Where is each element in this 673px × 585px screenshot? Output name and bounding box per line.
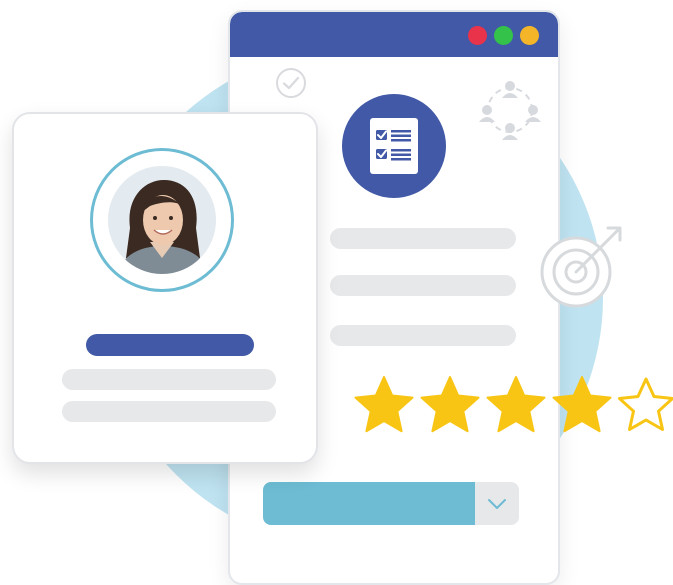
profile-card: [12, 112, 318, 464]
star-empty-icon[interactable]: [614, 374, 673, 438]
select-dropdown[interactable]: [263, 482, 519, 525]
star-filled-icon[interactable]: [352, 374, 416, 438]
star-filled-icon[interactable]: [550, 374, 614, 438]
window-close-dot[interactable]: [468, 26, 487, 45]
text-placeholder-line: [330, 275, 516, 296]
detail-placeholder-line: [62, 369, 276, 390]
chevron-down-icon[interactable]: [485, 494, 509, 514]
star-filled-icon[interactable]: [418, 374, 482, 438]
team-network-icon: [479, 81, 541, 140]
detail-placeholder-line: [62, 401, 276, 422]
check-circle-icon: [276, 68, 306, 98]
window-titlebar: [230, 12, 558, 57]
avatar-ring: [90, 148, 234, 292]
window-minimize-dot[interactable]: [520, 26, 539, 45]
text-placeholder-line: [330, 228, 516, 249]
name-placeholder-bar: [86, 334, 254, 356]
profile-photo: [108, 166, 216, 274]
illustration-canvas: [0, 0, 673, 585]
checklist-badge: [342, 94, 446, 198]
checklist-icon: [370, 118, 418, 174]
avatar: [108, 166, 216, 274]
star-filled-icon[interactable]: [484, 374, 548, 438]
target-icon: [540, 226, 622, 308]
text-placeholder-line: [330, 325, 516, 346]
window-maximize-dot[interactable]: [494, 26, 513, 45]
dropdown-value-fill: [263, 482, 476, 525]
star-rating[interactable]: [352, 374, 673, 442]
